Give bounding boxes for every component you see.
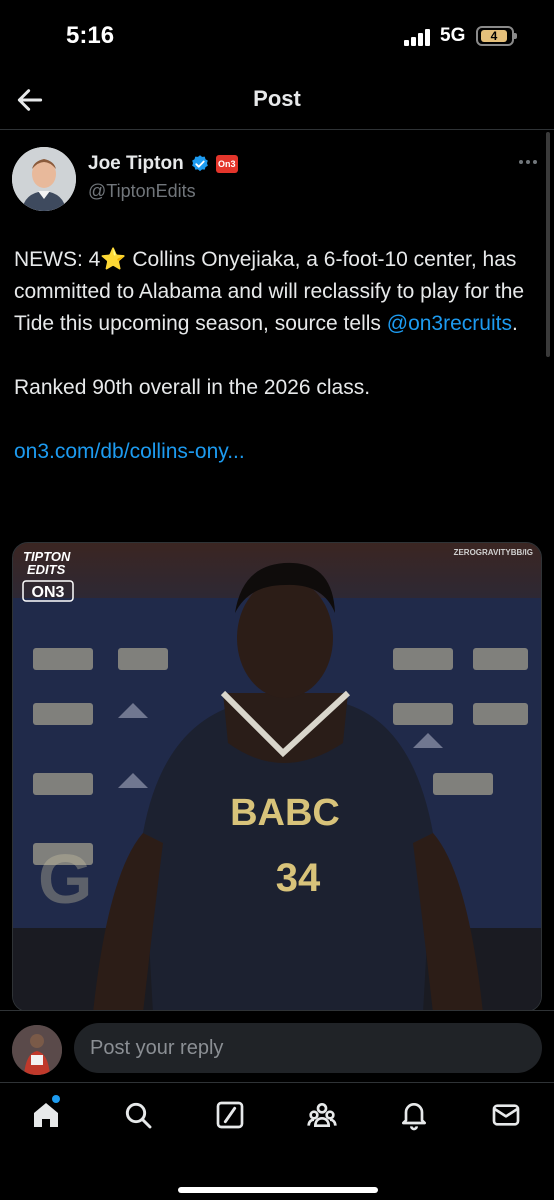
svg-text:G: G	[38, 840, 92, 918]
tab-notifications[interactable]	[398, 1099, 430, 1131]
tab-bar	[0, 1082, 554, 1200]
top-nav: Post	[0, 70, 554, 130]
avatar[interactable]	[12, 147, 76, 211]
tweet-paragraph-2: Ranked 90th overall in the 2026 class.	[14, 376, 371, 399]
tweet-paragraph-1: NEWS: 4⭐ Collins Onyejiaka, a 6-foot-10 …	[14, 244, 544, 340]
tweet-text: NEWS: 4⭐ Collins Onyejiaka, a 6-foot-10 …	[14, 244, 544, 500]
tweet-prefix: NEWS: 4	[14, 248, 101, 271]
notifications-icon	[402, 1103, 426, 1131]
tab-communities[interactable]	[306, 1099, 338, 1131]
battery-icon: 4	[476, 26, 517, 46]
author-handle[interactable]: @TiptonEdits	[88, 181, 196, 202]
user-avatar[interactable]	[12, 1025, 62, 1075]
tweet-mention-suffix: .	[511, 312, 518, 335]
status-bar: 5:16 5G 4	[0, 0, 554, 70]
tab-messages[interactable]	[490, 1099, 522, 1131]
watermark-on3: ON3	[32, 584, 65, 601]
mention-link[interactable]: @on3recruits	[387, 312, 512, 335]
status-time: 5:16	[66, 22, 115, 49]
tab-search[interactable]	[122, 1099, 154, 1131]
author-name-row: Joe Tipton On3	[88, 153, 238, 175]
jersey-text: BABC	[230, 792, 340, 834]
search-icon	[125, 1102, 152, 1129]
post-author: Joe Tipton On3 @TiptonEdits	[12, 145, 542, 215]
external-link[interactable]: on3.com/db/collins-ony...	[14, 436, 544, 468]
home-indicator[interactable]	[178, 1187, 378, 1193]
scroll-indicator[interactable]	[546, 132, 550, 357]
tab-grok[interactable]	[214, 1099, 246, 1131]
more-options-icon[interactable]	[518, 159, 538, 165]
author-name[interactable]: Joe Tipton	[88, 153, 184, 175]
home-icon	[34, 1103, 58, 1127]
jersey-number: 34	[276, 856, 321, 900]
watermark-source: ZEROGRAVITYBB/IG	[454, 548, 533, 557]
tab-home[interactable]	[30, 1095, 62, 1131]
affiliate-badge[interactable]: On3	[215, 155, 238, 173]
battery-level: 4	[481, 30, 507, 42]
photo-scene: G BABC 34 TIPTON EDITS ON3 ZEROGRAVITYBB…	[13, 543, 541, 1011]
star-emoji: ⭐	[100, 248, 127, 271]
post-image[interactable]: G BABC 34 TIPTON EDITS ON3 ZEROGRAVITYBB…	[12, 542, 542, 1012]
reply-input[interactable]	[74, 1023, 542, 1073]
messages-icon	[492, 1104, 520, 1126]
communities-icon	[307, 1103, 337, 1127]
notification-dot	[52, 1095, 60, 1103]
page-title: Post	[253, 86, 301, 111]
watermark-edits: EDITS	[27, 562, 66, 577]
compose-icon	[216, 1101, 244, 1129]
verified-badge-icon	[191, 155, 208, 172]
reply-bar	[0, 1010, 554, 1082]
signal-icon	[404, 28, 434, 46]
network-label: 5G	[440, 25, 466, 46]
